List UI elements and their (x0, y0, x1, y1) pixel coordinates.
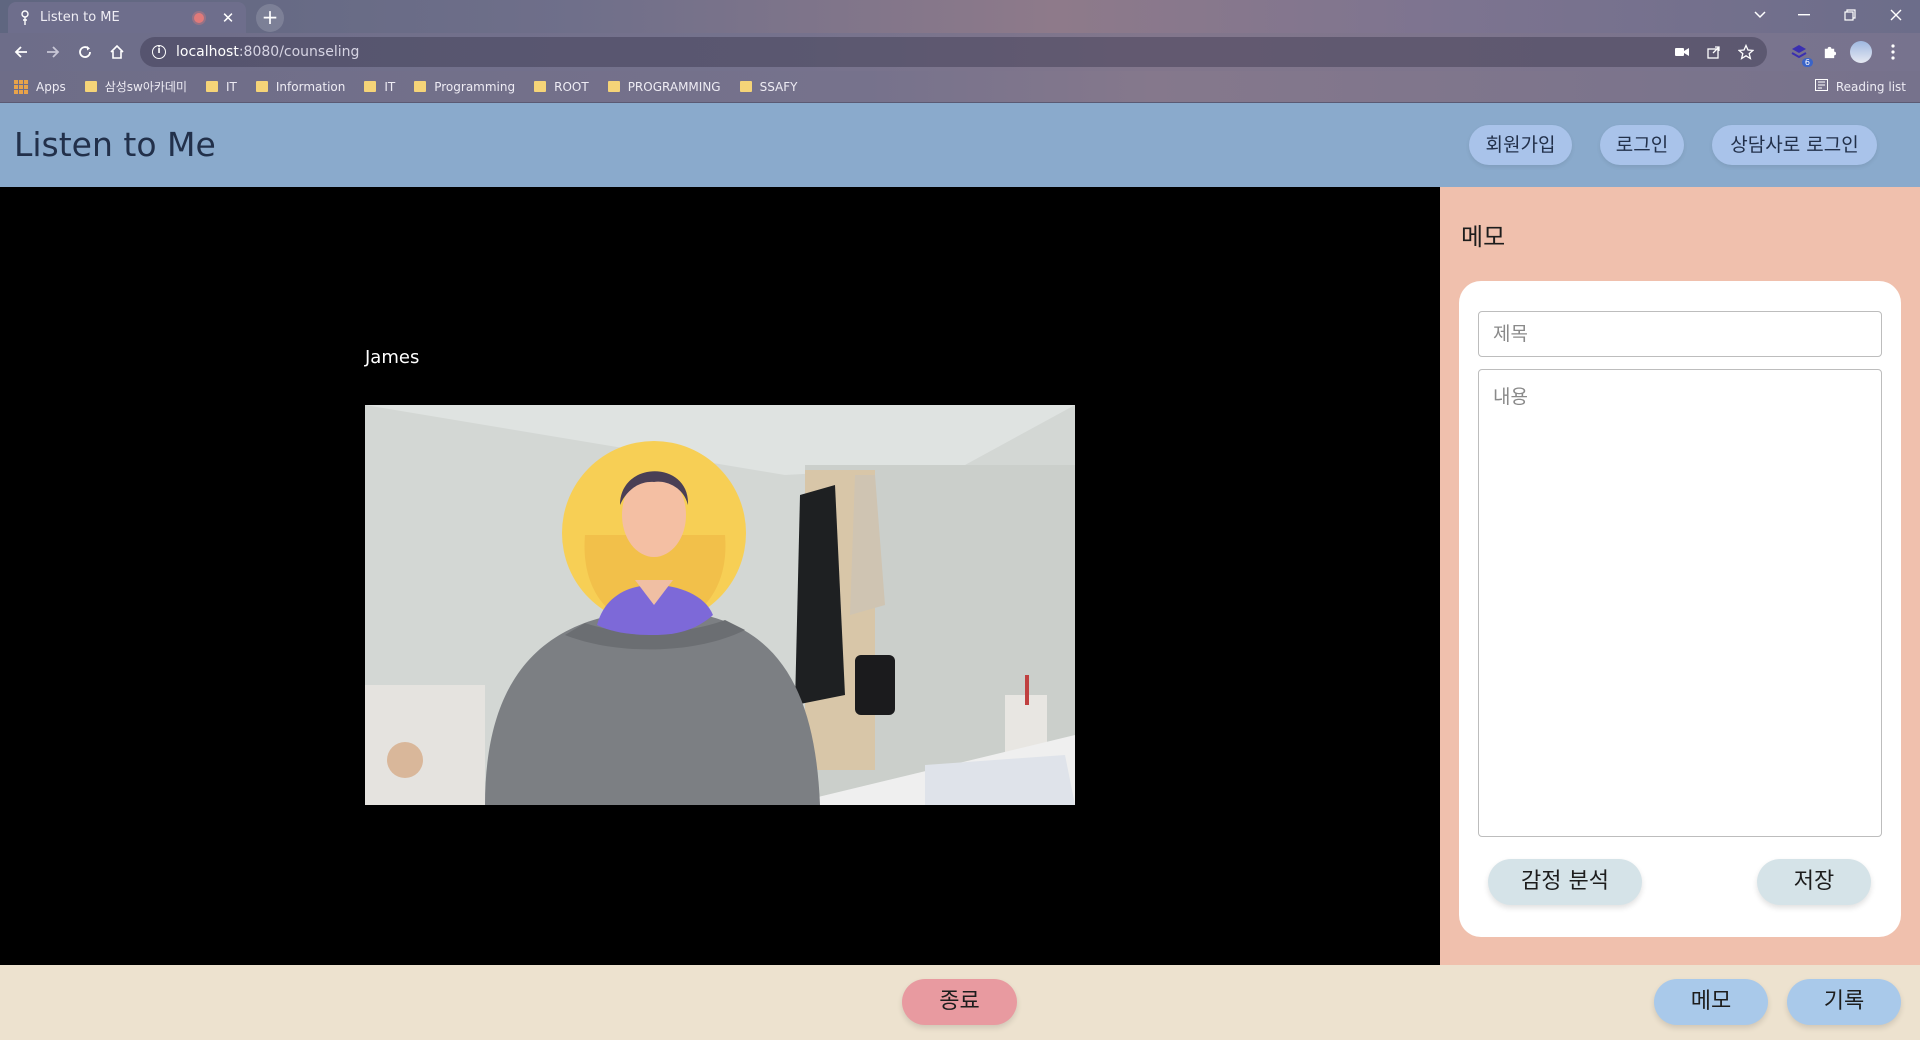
memo-title: 메모 (1461, 223, 1506, 251)
bookmark-label: Programming (434, 79, 516, 94)
forward-button[interactable] (40, 39, 66, 65)
reading-list-icon (1814, 79, 1828, 94)
restore-button[interactable] (1828, 0, 1872, 30)
reload-button[interactable] (72, 39, 98, 65)
share-icon[interactable] (1705, 43, 1723, 61)
memo-title-input[interactable] (1478, 311, 1882, 357)
minimize-button[interactable] (1782, 0, 1826, 30)
login-button[interactable]: 로그인 (1600, 125, 1684, 165)
back-button[interactable] (8, 39, 34, 65)
address-bar[interactable]: i localhost:8080/counseling (140, 37, 1767, 67)
folder-icon (255, 81, 268, 92)
bookmark-folder[interactable]: ROOT (534, 80, 589, 94)
bookmark-folder[interactable]: SSAFY (739, 79, 798, 94)
emotion-analysis-button[interactable]: 감정 분석 (1488, 859, 1642, 905)
bookmark-label: SSAFY (759, 79, 798, 94)
tab-search-chevron-icon[interactable] (1738, 0, 1782, 30)
reading-list-button[interactable]: Reading list (1814, 79, 1906, 94)
folder-icon (739, 81, 752, 92)
bookmark-label: Apps (36, 79, 66, 94)
record-history-button[interactable]: 기록 (1787, 979, 1901, 1025)
signup-button[interactable]: 회원가입 (1469, 125, 1572, 165)
camera-icon[interactable] (1673, 43, 1691, 61)
end-session-button[interactable]: 종료 (902, 979, 1017, 1025)
counselor-login-button[interactable]: 상담사로 로그인 (1712, 125, 1877, 165)
extensions-puzzle-icon[interactable] (1820, 43, 1838, 61)
memo-card: 감정 분석 저장 (1459, 281, 1901, 937)
bookmark-label: Information (275, 79, 346, 94)
bookmark-label: IT (226, 79, 237, 94)
bookmark-label: 삼성sw아카데미 (104, 80, 188, 94)
brand-title[interactable]: Listen to Me (14, 125, 216, 164)
extension-badge-icon[interactable]: 6 (1790, 43, 1813, 67)
folder-icon (206, 81, 219, 92)
folder-icon (364, 81, 377, 92)
participant-video[interactable] (365, 405, 1075, 805)
url-path: :8080/counseling (238, 44, 360, 60)
new-tab-button[interactable]: + (256, 4, 284, 32)
reading-list-label: Reading list (1835, 79, 1906, 94)
browser-tabstrip: Listen to ME ✕ + (0, 0, 1920, 33)
webcam-scene-image (365, 405, 1075, 805)
app-favicon-icon (18, 9, 32, 26)
bookmark-folder[interactable]: IT (364, 80, 395, 94)
profile-avatar[interactable] (1850, 41, 1872, 63)
folder-icon (607, 81, 620, 92)
memo-toggle-button[interactable]: 메모 (1654, 979, 1768, 1025)
app-header: Listen to Me 회원가입 로그인 상담사로 로그인 (0, 103, 1920, 187)
close-tab-icon[interactable]: ✕ (220, 9, 236, 27)
memo-panel: 메모 감정 분석 저장 (1440, 187, 1920, 965)
bookmark-folder[interactable]: IT (206, 80, 237, 94)
window-close-button[interactable] (1874, 0, 1918, 30)
bookmark-star-icon[interactable] (1737, 43, 1755, 61)
bookmark-folder[interactable]: Information (255, 79, 346, 94)
bookmark-label: PROGRAMMING (627, 79, 721, 94)
memo-content-textarea[interactable] (1478, 369, 1882, 837)
memo-save-button[interactable]: 저장 (1757, 859, 1871, 905)
apps-grid-icon (14, 79, 28, 94)
bookmark-label: IT (384, 79, 396, 94)
more-menu-icon[interactable] (1884, 43, 1902, 61)
bookmark-apps[interactable]: Apps (14, 79, 66, 94)
recording-indicator-icon (194, 12, 204, 23)
bookmarks-bar: Apps 삼성sw아카데미 IT Information IT Programm… (0, 71, 1920, 103)
browser-tab[interactable]: Listen to ME ✕ (8, 2, 246, 33)
bookmark-folder[interactable]: PROGRAMMING (607, 79, 721, 94)
home-button[interactable] (104, 39, 130, 65)
extension-badge-count: 6 (1801, 58, 1813, 67)
bookmark-label: ROOT (554, 79, 589, 94)
bottom-control-bar: 종료 메모 기록 (0, 965, 1920, 1040)
url-host: localhost (176, 44, 239, 60)
folder-icon (84, 81, 97, 92)
site-info-icon[interactable]: i (152, 45, 166, 59)
bookmark-folder[interactable]: 삼성sw아카데미 (84, 78, 188, 95)
video-stage: James (0, 187, 1440, 965)
participant-name: James (365, 347, 420, 368)
tab-title: Listen to ME (40, 10, 120, 25)
folder-icon (414, 81, 427, 92)
folder-icon (534, 81, 547, 92)
browser-toolbar: i localhost:8080/counseling 6 (0, 33, 1920, 71)
bookmark-folder[interactable]: Programming (414, 80, 515, 94)
